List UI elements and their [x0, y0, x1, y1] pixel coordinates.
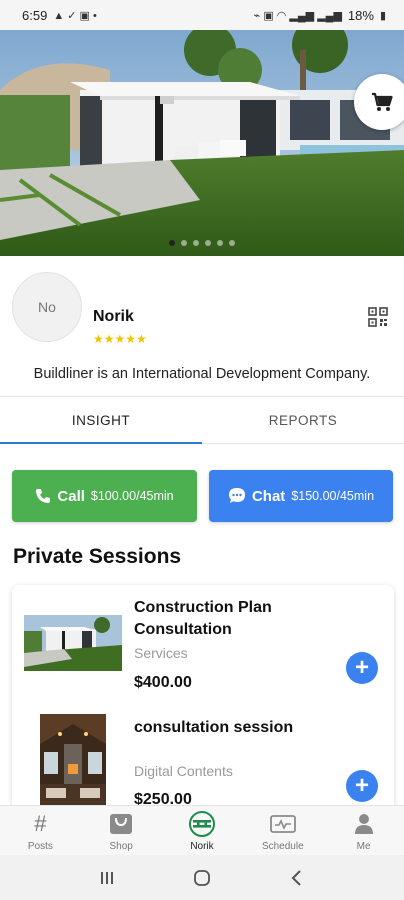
- carousel-dot[interactable]: [229, 240, 235, 246]
- add-session-button[interactable]: +: [346, 652, 378, 684]
- call-label: Call: [57, 487, 85, 505]
- profile-name: Norik: [93, 308, 134, 325]
- tab-bar: INSIGHT REPORTS: [0, 396, 404, 444]
- session-thumbnail: [40, 714, 106, 812]
- nav-label: Schedule: [261, 841, 304, 852]
- nav-label: Shop: [109, 841, 133, 852]
- session-thumbnail: [24, 615, 122, 671]
- status-bar: 6:59 ▲ ✓ ▣ • ⌁ ▣ ◠ ▂▄▆ ▂▄▆ 18% ▮: [0, 0, 404, 30]
- nav-label: Me: [356, 841, 371, 852]
- plus-icon: +: [354, 654, 369, 681]
- notification-icons: ▲ ✓ ▣ •: [53, 9, 97, 22]
- phone-icon: [36, 489, 51, 503]
- session-title: Construction Plan Consultation: [134, 599, 272, 638]
- brand-logo-icon: [188, 811, 215, 837]
- qr-code-icon[interactable]: [368, 307, 388, 327]
- plus-icon: +: [354, 772, 369, 799]
- status-left: 6:59 ▲ ✓ ▣ •: [22, 8, 97, 23]
- bottom-navigation: # Posts Shop Norik Schedule Me: [0, 805, 404, 855]
- system-status-icons: ⌁ ▣ ◠ ▂▄▆ ▂▄▆: [253, 9, 342, 22]
- nav-label: Norik: [190, 841, 214, 852]
- session-category: Digital Contents: [134, 763, 233, 779]
- session-category: Services: [134, 645, 188, 661]
- system-navigation-bar: [0, 855, 404, 900]
- shopping-cart-icon: [372, 92, 393, 111]
- rating-stars: ★★★★★: [93, 332, 147, 346]
- hash-icon: #: [34, 811, 47, 836]
- shop-bag-icon: [109, 812, 133, 836]
- recent-apps-button[interactable]: [92, 863, 122, 893]
- home-button[interactable]: [187, 863, 217, 893]
- back-chevron-icon: [291, 869, 301, 886]
- nav-schedule[interactable]: Schedule: [242, 806, 323, 855]
- schedule-icon: [269, 812, 296, 836]
- nav-posts[interactable]: # Posts: [0, 806, 81, 855]
- nav-label: Posts: [27, 841, 53, 852]
- call-price: $100.00/45min: [90, 489, 174, 503]
- hero-image[interactable]: [0, 30, 404, 256]
- avatar[interactable]: No: [12, 272, 82, 342]
- chat-button[interactable]: Chat $150.00/45min: [209, 470, 393, 522]
- nav-norik[interactable]: Norik: [162, 806, 243, 855]
- tab-insight[interactable]: INSIGHT: [0, 397, 202, 444]
- status-time: 6:59: [22, 7, 48, 23]
- chat-bubble-icon: [228, 488, 245, 503]
- call-button[interactable]: Call $100.00/45min: [12, 470, 197, 522]
- list-item[interactable]: Construction Plan Consultation Services …: [12, 585, 394, 705]
- chat-price: $150.00/45min: [291, 489, 375, 503]
- hero-illustration: [0, 30, 404, 256]
- nav-me[interactable]: Me: [323, 806, 404, 855]
- cart-button[interactable]: [354, 74, 404, 130]
- status-right: ⌁ ▣ ◠ ▂▄▆ ▂▄▆ 18% ▮: [254, 8, 386, 23]
- carousel-dot[interactable]: [169, 240, 175, 246]
- battery-text: 18%: [347, 7, 374, 23]
- session-title: consultation session: [134, 719, 294, 736]
- back-button[interactable]: [282, 863, 312, 893]
- person-icon: [354, 812, 374, 836]
- session-price: $400.00: [134, 674, 192, 691]
- profile-bio: Buildliner is an International Developme…: [33, 366, 371, 382]
- home-icon: [194, 869, 210, 886]
- carousel-dot[interactable]: [217, 240, 223, 246]
- tab-reports[interactable]: REPORTS: [202, 397, 404, 443]
- battery-icon: ▮: [379, 9, 386, 22]
- carousel-indicator[interactable]: [0, 240, 404, 246]
- carousel-dot[interactable]: [205, 240, 211, 246]
- chat-label: Chat: [251, 487, 286, 505]
- add-session-button[interactable]: +: [346, 770, 378, 802]
- nav-shop[interactable]: Shop: [81, 806, 162, 855]
- carousel-dot[interactable]: [193, 240, 199, 246]
- recent-apps-icon: [101, 871, 114, 884]
- avatar-initials: No: [38, 299, 56, 315]
- carousel-dot[interactable]: [181, 240, 187, 246]
- section-title-private-sessions: Private Sessions: [13, 545, 182, 568]
- private-sessions-list: Construction Plan Consultation Services …: [12, 585, 394, 825]
- profile-header: No Norik ★★★★★: [12, 270, 392, 350]
